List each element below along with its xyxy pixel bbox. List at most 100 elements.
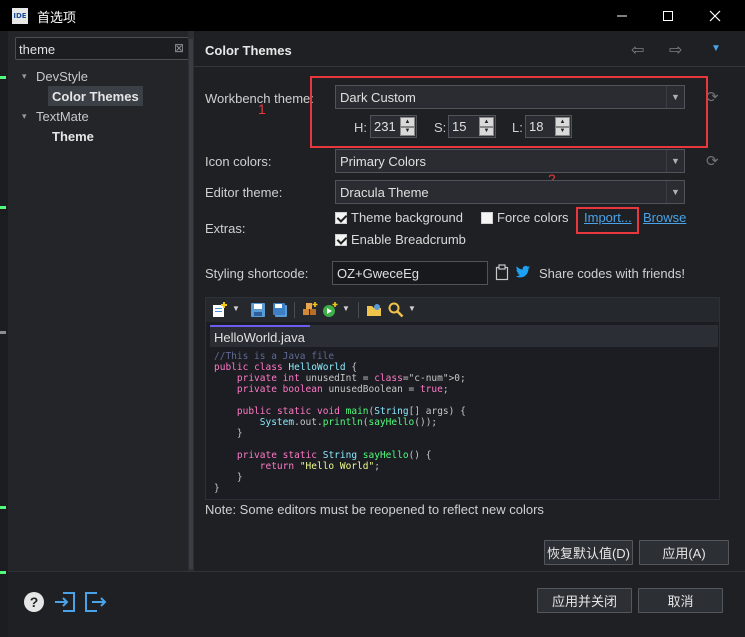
styling-shortcode-field[interactable]: OZ+GweceEg (332, 261, 488, 285)
annotation-label-1: 1 (258, 101, 266, 117)
clear-filter-icon[interactable]: ⊠ (174, 41, 184, 55)
maximize-icon (663, 10, 673, 21)
dialog-footer: ? 应用并关闭 取消 (8, 571, 745, 637)
maximize-button[interactable] (645, 0, 691, 31)
code-line: private static String sayHello() { (236, 450, 432, 461)
reopen-note: Note: Some editors must be reopened to r… (205, 502, 544, 517)
share-codes-text: Share codes with friends! (539, 266, 685, 281)
dropdown-arrow-icon[interactable]: ▼ (232, 304, 240, 313)
dropdown-arrow-icon[interactable]: ▼ (408, 304, 416, 313)
filter-box: ⊠ (15, 37, 189, 60)
forward-icon[interactable]: ⇨ (669, 40, 682, 60)
restore-defaults-label: 恢复默认值(D) (546, 546, 631, 561)
checkbox-checked-icon[interactable] (335, 211, 347, 224)
tree-group-textmate[interactable]: ▾ TextMate (22, 106, 89, 126)
import-preferences-icon[interactable] (53, 590, 77, 614)
annotation-box-2 (576, 207, 639, 234)
dropdown-arrow-icon[interactable]: ▼ (342, 304, 350, 313)
expand-arrow-icon[interactable]: ▾ (22, 71, 34, 82)
help-icon[interactable]: ? (24, 592, 44, 612)
apply-and-close-button[interactable]: 应用并关闭 (537, 588, 632, 613)
theme-background-label: Theme background (351, 210, 464, 225)
preview-editor-tab[interactable]: HelloWorld.java (210, 325, 310, 347)
close-icon (709, 10, 721, 21)
back-icon[interactable]: ⇦ (631, 40, 644, 60)
title-bar: IDE 首选项 (0, 0, 745, 31)
export-preferences-icon[interactable] (83, 590, 107, 614)
run-icon[interactable] (322, 302, 338, 318)
editor-theme-select[interactable]: Dracula Theme ▼ (335, 180, 685, 204)
code-line: private boolean unusedBoolean = true; (236, 384, 449, 395)
browse-link[interactable]: Browse (643, 210, 686, 225)
styling-shortcode-label: Styling shortcode: (205, 266, 309, 281)
code-line: private int unusedInt = class="c-num">0; (236, 373, 466, 384)
annotation-box-1 (310, 76, 708, 148)
theme-background-checkbox[interactable]: Theme background (335, 210, 463, 225)
strip-mark (0, 331, 6, 334)
apply-and-close-label: 应用并关闭 (551, 594, 617, 609)
toolbar-separator (358, 302, 359, 318)
chevron-down-icon: ▼ (666, 181, 684, 203)
code-line: System.out.println(sayHello()); (259, 417, 438, 428)
tree-item-label: Color Themes (52, 88, 139, 104)
strip-mark (0, 206, 6, 209)
build-icon[interactable] (302, 302, 318, 318)
enable-breadcrumb-checkbox[interactable]: Enable Breadcrumb (335, 232, 466, 247)
apply-label: 应用(A) (662, 546, 706, 561)
search-icon[interactable] (388, 302, 404, 318)
code-line: //This is a Java file (214, 351, 335, 362)
restore-defaults-button[interactable]: 恢复默认值(D) (544, 540, 633, 565)
styling-shortcode-value: OZ+GweceEg (337, 265, 420, 281)
page-header: Color Themes ⇦ ⇨ ▼ (194, 31, 745, 67)
filter-input[interactable] (19, 40, 169, 58)
preview-toolbar: ▼ ▼ ▼ (206, 298, 719, 322)
tree-group-devstyle[interactable]: ▾ DevStyle (22, 66, 88, 86)
minimize-button[interactable] (599, 0, 645, 31)
extras-label: Extras: (205, 221, 246, 236)
scrollbar-thumb[interactable] (189, 39, 193, 569)
tree-group-label: TextMate (36, 108, 89, 124)
background-ide-strip (0, 31, 8, 637)
code-line: public static void main(String[] args) { (236, 406, 466, 417)
clipboard-icon[interactable] (495, 264, 509, 281)
tree-item-label: Theme (52, 128, 94, 144)
cancel-label: 取消 (667, 594, 694, 609)
apply-button[interactable]: 应用(A) (639, 540, 729, 565)
code-preview: //This is a Java file public class HelloW… (214, 351, 466, 494)
editor-theme-label: Editor theme: (205, 185, 283, 200)
minimize-icon (617, 15, 627, 16)
strip-mark (0, 506, 6, 509)
strip-mark (0, 76, 6, 79)
expand-arrow-icon[interactable]: ▾ (22, 111, 34, 122)
tree-item-color-themes[interactable]: Color Themes (48, 86, 143, 106)
twitter-icon[interactable] (515, 265, 531, 279)
force-colors-label: Force colors (497, 210, 569, 225)
checkbox-unchecked-icon[interactable] (481, 211, 493, 224)
icon-colors-label: Icon colors: (205, 154, 272, 169)
code-line: return "Hello World"; (259, 461, 380, 472)
preferences-tree-panel: ⊠ ▾ DevStyle Color Themes ▾ TextMate The… (8, 31, 189, 571)
strip-mark (0, 571, 6, 574)
force-colors-checkbox[interactable]: Force colors (481, 210, 569, 225)
save-all-icon[interactable] (272, 302, 288, 318)
toolbar-separator (294, 302, 295, 318)
new-file-icon[interactable] (212, 302, 228, 318)
refresh-icon[interactable]: ⟳ (706, 152, 719, 170)
open-folder-icon[interactable] (366, 302, 382, 318)
code-line: } (214, 483, 220, 494)
close-button[interactable] (692, 0, 738, 31)
cancel-button[interactable]: 取消 (638, 588, 723, 613)
theme-preview: ▼ ▼ ▼ HelloWorld.java //This is a Java f… (205, 297, 720, 500)
icon-colors-select[interactable]: Primary Colors ▼ (335, 149, 685, 173)
preview-tab-label: HelloWorld.java (214, 329, 305, 345)
app-icon: IDE (12, 8, 28, 24)
checkbox-checked-icon[interactable] (335, 233, 347, 246)
save-icon[interactable] (250, 302, 266, 318)
view-menu-icon[interactable]: ▼ (711, 43, 721, 54)
chevron-down-icon: ▼ (666, 150, 684, 172)
tree-item-theme[interactable]: Theme (48, 126, 98, 146)
tab-bar-fill (310, 325, 718, 347)
enable-breadcrumb-label: Enable Breadcrumb (351, 232, 466, 247)
